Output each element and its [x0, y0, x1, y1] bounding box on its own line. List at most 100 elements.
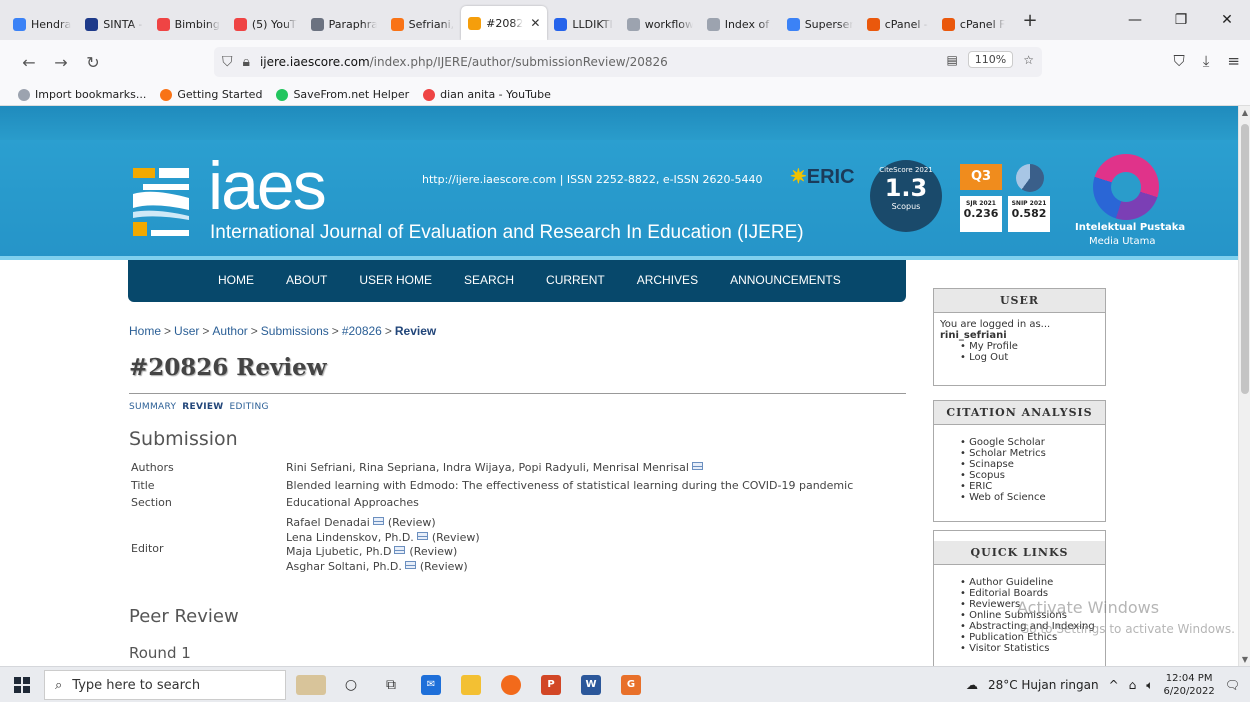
bookmark-item[interactable]: dian anita - YouTube — [423, 88, 551, 101]
zoom-level[interactable]: 110% — [967, 51, 1014, 68]
quick-link-author-guideline[interactable]: Author Guideline — [960, 577, 1099, 588]
menu-item-home[interactable]: HOME — [202, 260, 270, 287]
firefox-icon[interactable] — [496, 670, 526, 700]
tab-label: #2082 — [486, 16, 524, 30]
activate-windows-subtext: Go to Settings to activate Windows. — [1020, 622, 1235, 636]
scroll-down-icon[interactable]: ▼ — [1239, 655, 1250, 664]
powerpoint-icon[interactable]: P — [536, 670, 566, 700]
new-tab-button[interactable]: + — [1012, 10, 1047, 31]
email-icon[interactable] — [372, 517, 384, 525]
browser-tab[interactable]: Index of / — [700, 8, 780, 40]
mail-icon[interactable]: ✉ — [416, 670, 446, 700]
tab-editing[interactable]: EDITING — [230, 402, 269, 412]
scroll-up-icon[interactable]: ▲ — [1239, 108, 1250, 117]
citation-link-google-scholar[interactable]: Google Scholar — [960, 437, 1099, 448]
browser-tab[interactable]: cPanel F — [935, 8, 1013, 40]
network-icon[interactable]: ⌂ — [1129, 678, 1137, 692]
windows-start-icon[interactable] — [14, 677, 30, 693]
menu-item-search[interactable]: SEARCH — [448, 260, 530, 287]
back-button[interactable]: ← — [16, 53, 42, 72]
browser-tab[interactable]: (5) YouT — [227, 8, 304, 40]
menu-item-archives[interactable]: ARCHIVES — [621, 260, 714, 287]
scrollbar-thumb[interactable] — [1241, 124, 1249, 394]
bookmark-star-icon[interactable]: ☆ — [1023, 53, 1034, 67]
weather-icon[interactable]: ☁ — [966, 678, 978, 692]
taskbar-search[interactable]: ⌕ Type here to search — [44, 670, 286, 700]
cortana-icon[interactable]: ○ — [336, 670, 366, 700]
email-icon[interactable] — [416, 531, 428, 540]
file-explorer-icon[interactable] — [456, 670, 486, 700]
pocket-icon[interactable]: ⛉ — [1174, 52, 1185, 70]
pdf-app-icon[interactable]: G — [616, 670, 646, 700]
tab-label: cPanel - — [884, 17, 928, 31]
menu-icon[interactable]: ≡ — [1227, 52, 1240, 70]
citation-link-eric[interactable]: ERIC — [960, 481, 1099, 492]
shield-icon[interactable]: ⛉ — [222, 54, 233, 70]
notifications-icon[interactable]: 🗨︎ — [1225, 678, 1240, 692]
news-widget-icon[interactable] — [296, 670, 326, 700]
browser-tab[interactable]: Superser — [780, 8, 860, 40]
site-logo[interactable]: iaes — [208, 146, 327, 226]
browser-tab[interactable]: #2082 ✕ — [461, 6, 548, 40]
task-view-icon[interactable]: ⧉ — [376, 670, 406, 700]
address-bar[interactable]: ⛉ 🔒︎ ijere.iaescore.com/index.php/IJERE/… — [214, 47, 1042, 77]
bookmark-label: dian anita - YouTube — [440, 88, 551, 101]
breadcrumb-item[interactable]: #20826 — [342, 324, 382, 338]
downloads-icon[interactable]: ⤓ — [1203, 52, 1210, 70]
browser-tab[interactable]: Hendra — [6, 8, 78, 40]
citescore-source: Scopus — [891, 202, 921, 211]
reader-view-icon[interactable]: ▤ — [946, 53, 957, 67]
email-icon[interactable] — [404, 560, 416, 569]
tab-summary[interactable]: SUMMARY — [129, 402, 176, 412]
restore-button[interactable]: ❐ — [1158, 0, 1204, 40]
eric-logo[interactable]: ✷ERIC — [790, 164, 855, 189]
menu-item-user-home[interactable]: USER HOME — [343, 260, 448, 287]
email-icon[interactable] — [394, 546, 406, 554]
email-icon[interactable] — [691, 462, 703, 470]
browser-tab[interactable]: Sefriani, — [384, 8, 461, 40]
quick-link-visitor-statistics[interactable]: Visitor Statistics — [960, 643, 1099, 654]
breadcrumb-item[interactable]: Home — [129, 324, 161, 338]
bookmark-favicon-icon — [276, 88, 289, 101]
browser-tab[interactable]: cPanel - — [860, 8, 935, 40]
breadcrumb-item[interactable]: Author — [212, 324, 247, 338]
reload-button[interactable]: ↻ — [80, 53, 106, 72]
forward-button[interactable]: → — [48, 53, 74, 72]
browser-tab[interactable]: Bimbing — [150, 8, 227, 40]
minimize-button[interactable]: — — [1112, 0, 1158, 40]
breadcrumb-item[interactable]: User — [174, 324, 199, 338]
breadcrumb-item[interactable]: Submissions — [261, 324, 329, 338]
citescore-badge[interactable]: CiteScore 2021 1.3 Scopus — [870, 160, 942, 232]
browser-tab[interactable]: SINTA - — [78, 8, 149, 40]
page-scrollbar[interactable]: ▲ ▼ — [1238, 106, 1250, 666]
bookmark-item[interactable]: SaveFrom.net Helper — [276, 88, 409, 101]
sjr-badge[interactable]: Q3 SJR 2021 0.236 SNIP 2021 0.582 — [960, 164, 1055, 234]
tab-review[interactable]: REVIEW — [182, 402, 223, 412]
tray-chevron-icon[interactable]: ^ — [1109, 678, 1119, 692]
browser-tab[interactable]: LLDIKTI — [547, 8, 619, 40]
browser-tab[interactable]: Paraphra — [304, 8, 384, 40]
citation-link-scholar-metrics[interactable]: Scholar Metrics — [960, 448, 1099, 459]
user-link-my-profile[interactable]: My Profile — [960, 341, 1099, 352]
volume-icon[interactable]: 🔈︎ — [1146, 678, 1153, 693]
menu-item-announcements[interactable]: ANNOUNCEMENTS — [714, 260, 857, 287]
publisher-name: Intelektual Pustaka — [1075, 222, 1186, 233]
menu-item-about[interactable]: ABOUT — [270, 260, 343, 287]
user-link-log-out[interactable]: Log Out — [960, 352, 1099, 363]
weather-text[interactable]: 28°C Hujan ringan — [988, 678, 1099, 692]
publisher-logo-icon[interactable] — [1093, 154, 1159, 220]
bookmark-favicon-icon — [18, 88, 30, 101]
citation-link-scopus[interactable]: Scopus — [960, 470, 1099, 481]
lock-icon[interactable]: 🔒︎ — [243, 54, 250, 70]
citation-link-web-of-science[interactable]: Web of Science — [960, 492, 1099, 503]
close-window-button[interactable]: ✕ — [1204, 0, 1250, 40]
bookmark-item[interactable]: Getting Started — [160, 88, 262, 101]
browser-tab[interactable]: workflow.pd — [620, 8, 700, 40]
bookmark-item[interactable]: Import bookmarks... — [18, 88, 146, 101]
menu-item-current[interactable]: CURRENT — [530, 260, 621, 287]
citation-link-scinapse[interactable]: Scinapse — [960, 459, 1099, 470]
word-icon[interactable]: W — [576, 670, 606, 700]
close-tab-icon[interactable]: ✕ — [530, 16, 540, 30]
clock[interactable]: 12:04 PM 6/20/2022 — [1163, 672, 1214, 698]
editor-label: Editor — [131, 542, 164, 555]
